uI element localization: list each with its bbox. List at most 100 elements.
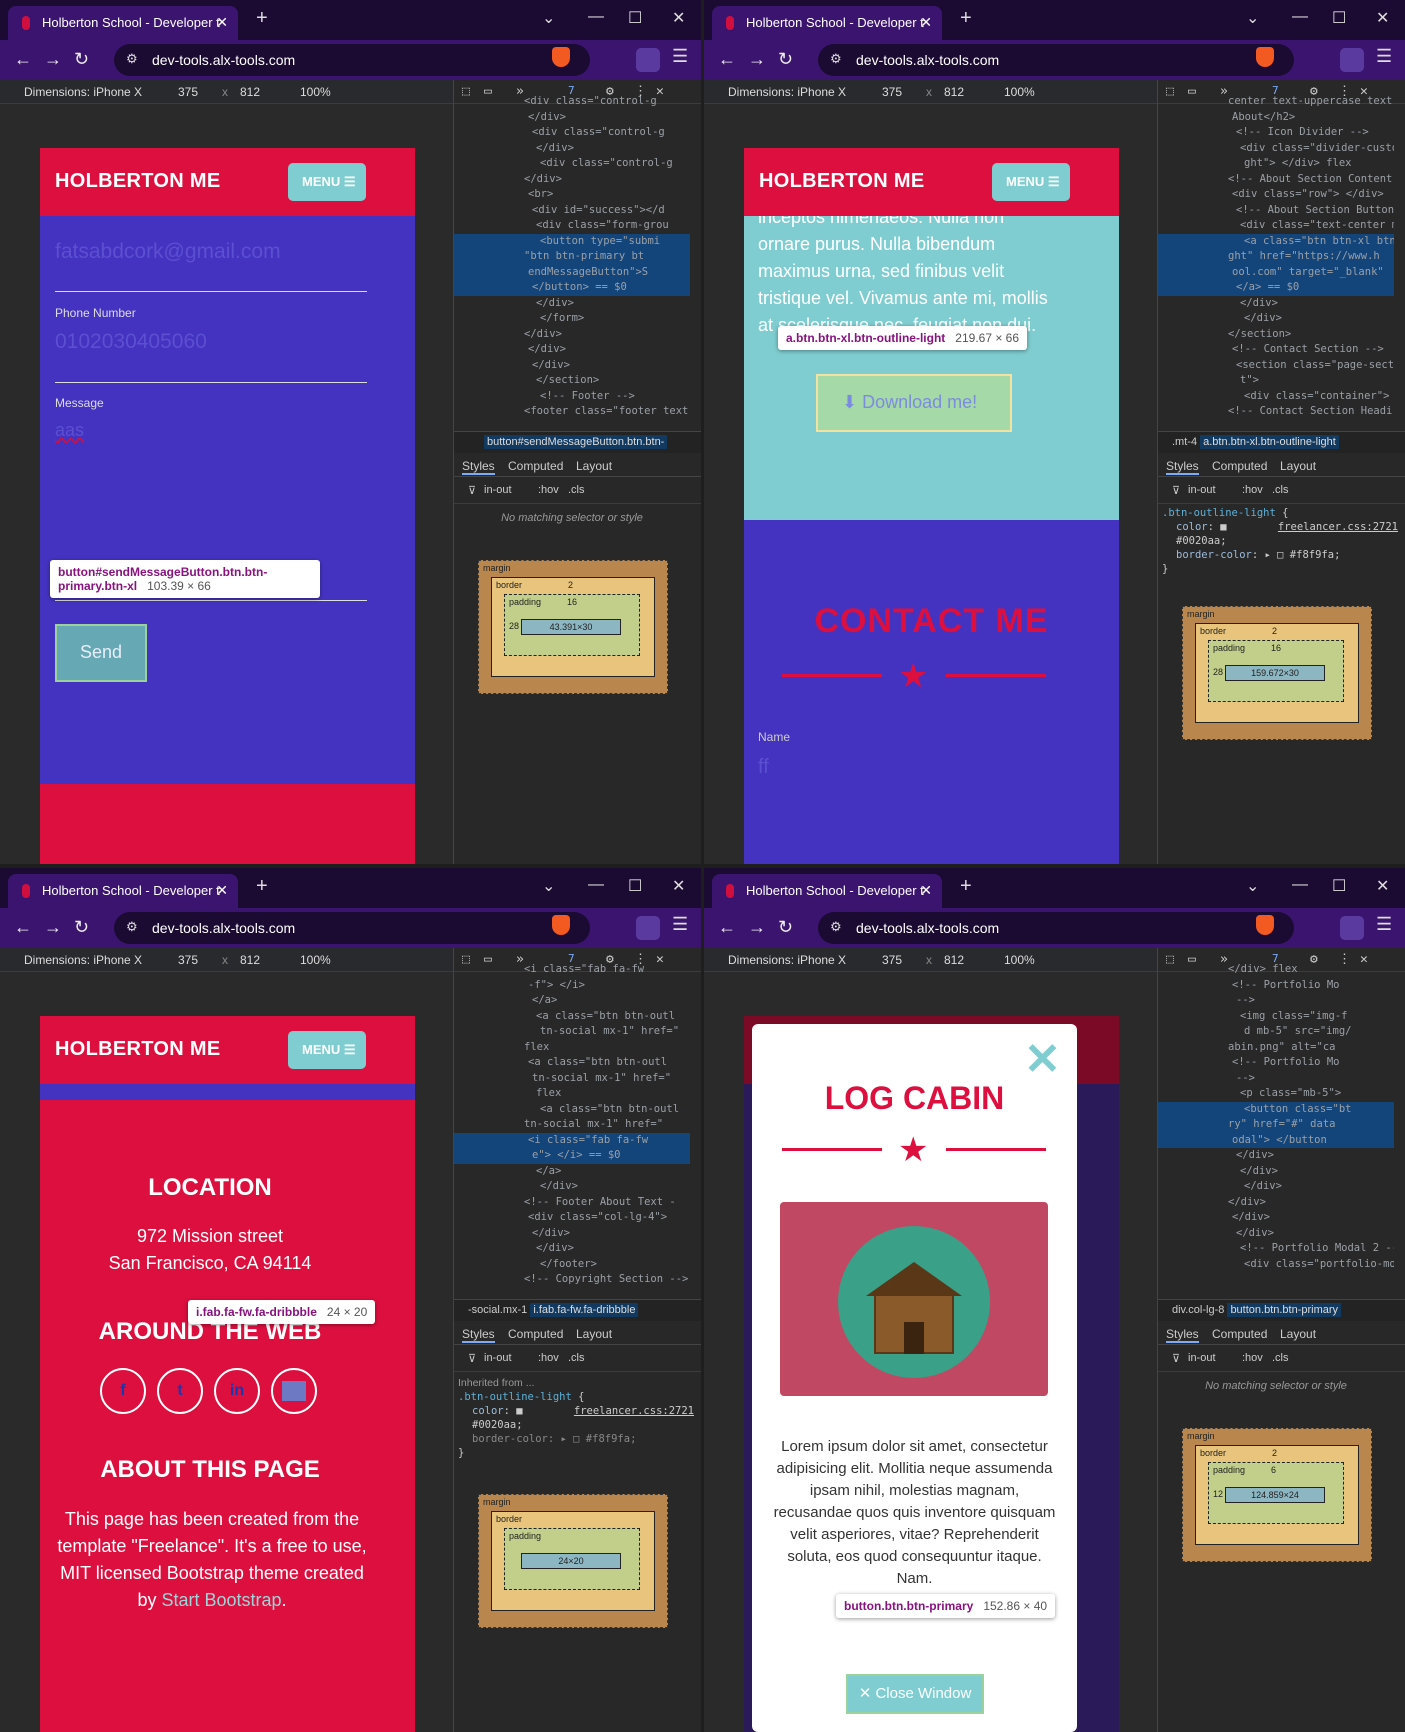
hov-toggle[interactable]: :hov	[1242, 1352, 1263, 1364]
dom-tree[interactable]: <i class="fab fa-fw -f"> </i> </a> <a class…	[454, 962, 690, 1298]
dom-node[interactable]: <p class="mb-5">	[1158, 1086, 1394, 1102]
tab-styles[interactable]: Styles	[462, 459, 495, 475]
close-tab-icon[interactable]: ✕	[920, 882, 932, 899]
rule-source-link[interactable]: freelancer.css:2721	[574, 1404, 694, 1418]
brave-shield-icon[interactable]	[552, 47, 570, 67]
dom-node[interactable]: <!-- Icon Divider -->	[1158, 125, 1394, 141]
breadcrumb-item[interactable]: i.fab.fa-fw.fa-dribbble	[530, 1303, 639, 1317]
maximize-icon[interactable]: ☐	[1332, 876, 1346, 896]
reload-icon[interactable]: ↻	[74, 49, 89, 70]
dom-node[interactable]: <div class="control-g	[454, 94, 690, 110]
hov-toggle[interactable]: :hov	[538, 484, 559, 496]
dom-node[interactable]: <!-- Contact Section -->	[1158, 342, 1394, 358]
menu-button[interactable]: MENU ☰	[288, 163, 366, 201]
dom-node[interactable]: </div>	[454, 327, 690, 343]
width-input[interactable]: 375	[178, 953, 198, 967]
minimize-icon[interactable]: —	[588, 8, 604, 26]
dom-node[interactable]: </div>	[454, 342, 690, 358]
dom-node[interactable]: </button> == $0	[454, 280, 690, 296]
brand-logo[interactable]: HOLBERTON ME	[759, 170, 924, 193]
dom-node[interactable]: d mb-5" src="img/	[1158, 1024, 1394, 1040]
zoom-select[interactable]: 100%	[1004, 953, 1035, 967]
dom-node[interactable]: center text-uppercase text	[1158, 94, 1394, 110]
browser-tab[interactable]: Holberton School - Developer t ✕	[712, 874, 942, 908]
brave-shield-icon[interactable]	[552, 915, 570, 935]
dom-node[interactable]: </form>	[454, 311, 690, 327]
dimensions-select[interactable]: Dimensions: iPhone X	[24, 953, 142, 967]
dom-node[interactable]: </div>	[454, 1241, 690, 1257]
breadcrumb[interactable]: div.col-lg-8 button.btn.btn-primary	[1158, 1299, 1405, 1321]
prop-color-value[interactable]: #0020aa	[472, 1419, 516, 1431]
height-input[interactable]: 812	[240, 85, 260, 99]
back-icon[interactable]: ←	[14, 49, 32, 70]
forward-icon[interactable]: →	[44, 49, 62, 70]
maximize-icon[interactable]: ☐	[628, 876, 642, 896]
dom-node[interactable]: -->	[1158, 993, 1394, 1009]
dom-node[interactable]: <!-- Contact Section Headi	[1158, 404, 1394, 420]
prop-border-value[interactable]: #f8f9fa	[586, 1433, 630, 1445]
filter-input[interactable]: in-out	[484, 484, 512, 496]
tab-search-icon[interactable]: ⌄	[1246, 8, 1259, 28]
dom-node[interactable]: -->	[1158, 1071, 1394, 1087]
reload-icon[interactable]: ↻	[74, 917, 89, 938]
breadcrumb[interactable]: button#sendMessageButton.btn.btn-	[454, 431, 701, 453]
dom-node[interactable]: </div>	[1158, 1164, 1394, 1180]
dom-node[interactable]: -f"> </i>	[454, 978, 690, 994]
hov-toggle[interactable]: :hov	[538, 1352, 559, 1364]
browser-tab[interactable]: Holberton School - Developer t ✕	[8, 6, 238, 40]
dom-node[interactable]: </div>	[1158, 311, 1394, 327]
prop-color[interactable]: color	[1176, 521, 1208, 533]
message-input[interactable]: aas	[55, 420, 84, 441]
brand-logo[interactable]: HOLBERTON ME	[55, 1038, 220, 1061]
tab-layout[interactable]: Layout	[576, 459, 612, 473]
dom-node[interactable]: <div class="control-g	[454, 125, 690, 141]
send-button[interactable]: Send	[55, 624, 147, 682]
dom-node[interactable]: flex	[454, 1040, 690, 1056]
twitter-icon[interactable]: t	[157, 1368, 203, 1414]
filter-input[interactable]: in-out	[1188, 484, 1216, 496]
minimize-icon[interactable]: —	[1292, 876, 1308, 894]
email-value[interactable]: fatsabdcork@gmail.com	[55, 240, 281, 264]
name-input[interactable]: ff	[758, 756, 769, 779]
dom-node[interactable]: <div class="portfolio-modal mo	[1158, 1257, 1394, 1273]
breadcrumb-item[interactable]: div.col-lg-8	[1172, 1304, 1224, 1316]
dom-node[interactable]: </div>	[1158, 1226, 1394, 1242]
cls-toggle[interactable]: .cls	[1272, 1352, 1289, 1364]
dom-node[interactable]: <i class="fab fa-fw	[454, 962, 690, 978]
styles-filter[interactable]: ⊽ in-out :hov .cls	[454, 478, 701, 504]
close-window-button[interactable]: ✕ Close Window	[846, 1674, 984, 1714]
prop-color[interactable]: color	[472, 1405, 504, 1417]
dom-node[interactable]: </div>	[1158, 1179, 1394, 1195]
tab-search-icon[interactable]: ⌄	[1246, 876, 1259, 896]
dom-node[interactable]: <!-- About Section Button	[1158, 203, 1394, 219]
browser-tab[interactable]: Holberton School - Developer t ✕	[8, 874, 238, 908]
menu-button[interactable]: MENU ☰	[992, 163, 1070, 201]
tab-layout[interactable]: Layout	[576, 1327, 612, 1341]
dom-node[interactable]: <div class="row"> </div>	[1158, 187, 1394, 203]
forward-icon[interactable]: →	[748, 917, 766, 938]
width-input[interactable]: 375	[882, 953, 902, 967]
dimensions-select[interactable]: Dimensions: iPhone X	[24, 85, 142, 99]
reload-icon[interactable]: ↻	[778, 49, 793, 70]
dom-tree[interactable]: </div> flex <!-- Portfolio Mo --> <img clas…	[1158, 962, 1394, 1298]
tab-layout[interactable]: Layout	[1280, 1327, 1316, 1341]
dom-node[interactable]: <a class="btn btn-xl btn	[1158, 233, 1394, 249]
cls-toggle[interactable]: .cls	[1272, 484, 1289, 496]
zoom-select[interactable]: 100%	[1004, 85, 1035, 99]
new-tab-icon[interactable]: +	[256, 7, 268, 30]
dom-node[interactable]: About</h2>	[1158, 110, 1394, 126]
browser-tab[interactable]: Holberton School - Developer t ✕	[712, 6, 942, 40]
dom-node[interactable]: <!-- Copyright Section -->	[454, 1272, 690, 1288]
forward-icon[interactable]: →	[748, 49, 766, 70]
dom-node[interactable]: flex	[454, 1086, 690, 1102]
brave-shield-icon[interactable]	[1256, 47, 1274, 67]
dom-node[interactable]: </div>	[1158, 1195, 1394, 1211]
site-settings-icon[interactable]: ⚙	[126, 51, 138, 67]
dom-node[interactable]: </div>	[1158, 296, 1394, 312]
close-window-icon[interactable]: ✕	[1376, 8, 1389, 28]
close-tab-icon[interactable]: ✕	[216, 14, 228, 31]
dom-node[interactable]: ght"> </div> flex	[1158, 156, 1394, 172]
dom-tree[interactable]: <div class="control-g </div> <div class="c…	[454, 94, 690, 430]
dom-node[interactable]: <div class="text-center mt	[1158, 218, 1394, 234]
dimensions-select[interactable]: Dimensions: iPhone X	[728, 85, 846, 99]
